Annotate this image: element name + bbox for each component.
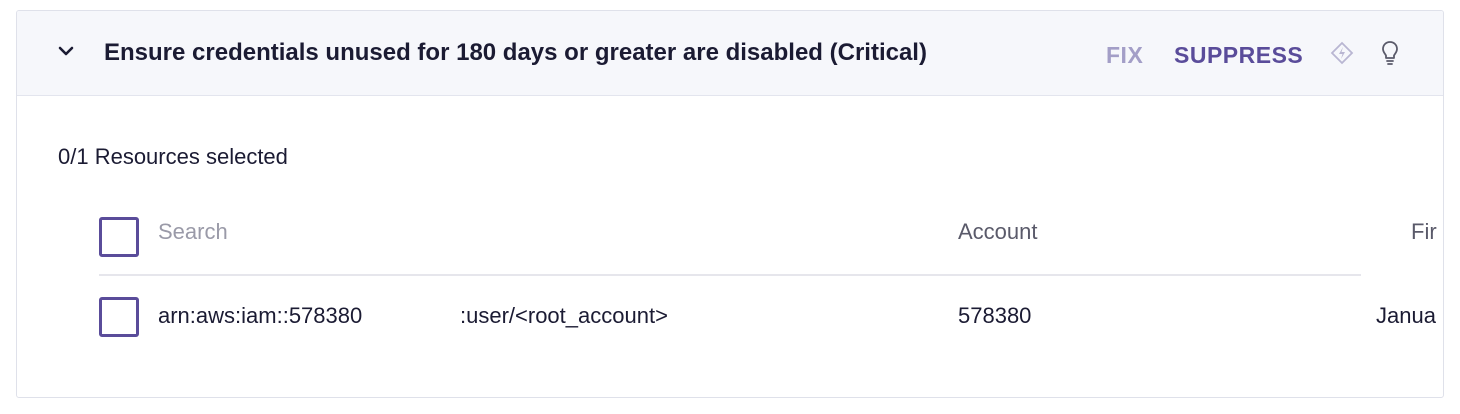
- lightbulb-icon[interactable]: [1379, 39, 1401, 67]
- chevron-down-icon[interactable]: [55, 43, 77, 61]
- table-divider: [99, 274, 1361, 276]
- finding-card: Ensure credentials unused for 180 days o…: [16, 10, 1444, 398]
- diamond-icon[interactable]: [1330, 41, 1354, 65]
- finding-header[interactable]: Ensure credentials unused for 180 days o…: [17, 11, 1443, 96]
- column-header-account[interactable]: Account: [958, 219, 1038, 245]
- resource-arn-suffix: :user/<root_account>: [460, 303, 668, 328]
- search-input[interactable]: [158, 217, 918, 247]
- row-checkbox[interactable]: [99, 297, 139, 337]
- column-header-first-seen[interactable]: Fir: [1411, 219, 1437, 245]
- suppress-button[interactable]: SUPPRESS: [1174, 42, 1303, 69]
- resources-selected-count: 0/1 Resources selected: [58, 144, 288, 169]
- finding-title: Ensure credentials unused for 180 days o…: [104, 39, 927, 66]
- select-all-checkbox[interactable]: [99, 217, 139, 257]
- resource-arn-prefix: arn:aws:iam::578380: [158, 303, 363, 328]
- resource-account: 578380: [958, 303, 1032, 328]
- resource-first-seen: Janua: [1376, 303, 1436, 328]
- fix-button[interactable]: FIX: [1106, 42, 1143, 69]
